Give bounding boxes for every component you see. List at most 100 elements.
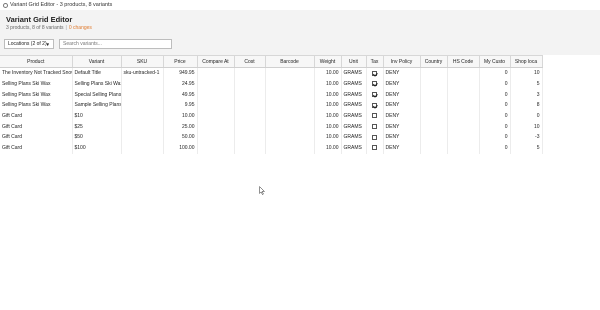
weight-cell[interactable]: 10.00: [314, 100, 342, 111]
locations-dropdown[interactable]: Locations (2 of 2) ▼: [4, 39, 54, 49]
cost-cell[interactable]: [234, 89, 266, 101]
table-row[interactable]: Gift Card $25 25.00 10.00 GRAMS DENY 0 10: [0, 121, 543, 133]
tax-cell[interactable]: [366, 142, 384, 154]
unit-cell[interactable]: GRAMS: [341, 121, 367, 133]
tax-checkbox[interactable]: [372, 123, 377, 129]
column-header-country[interactable]: Country: [420, 55, 448, 68]
weight-cell[interactable]: 10.00: [314, 132, 342, 143]
price-cell[interactable]: 24.95: [163, 78, 198, 90]
hs-code-cell[interactable]: [447, 89, 480, 101]
unit-cell[interactable]: GRAMS: [341, 89, 367, 101]
country-cell[interactable]: [420, 142, 448, 154]
tax-checkbox[interactable]: [372, 91, 377, 97]
column-header-tax[interactable]: Tax: [366, 55, 384, 68]
sku-cell[interactable]: sku-untracked-1: [121, 67, 164, 79]
table-row[interactable]: Selling Plans Ski Wax Selling Plans Ski W…: [0, 78, 543, 90]
product-cell[interactable]: Selling Plans Ski Wax: [0, 78, 73, 90]
column-header-shop-location[interactable]: Shop loca: [510, 55, 543, 68]
product-cell[interactable]: Selling Plans Ski Wax: [0, 89, 73, 101]
product-cell[interactable]: Gift Card: [0, 121, 73, 133]
barcode-cell[interactable]: [265, 110, 315, 122]
cost-cell[interactable]: [234, 67, 266, 79]
column-header-inv-policy[interactable]: Inv Policy: [383, 55, 421, 68]
tax-checkbox[interactable]: [372, 145, 377, 151]
price-cell[interactable]: 100.00: [163, 142, 198, 154]
unit-cell[interactable]: GRAMS: [341, 110, 367, 122]
sku-cell[interactable]: [121, 132, 164, 143]
hs-code-cell[interactable]: [447, 78, 480, 90]
cost-cell[interactable]: [234, 132, 266, 143]
inv-policy-cell[interactable]: DENY: [383, 89, 421, 101]
variant-cell[interactable]: $25: [72, 121, 122, 133]
cost-cell[interactable]: [234, 121, 266, 133]
tax-checkbox[interactable]: [372, 113, 377, 119]
price-cell[interactable]: 50.00: [163, 132, 198, 143]
shop-location-cell[interactable]: 8: [510, 100, 543, 111]
tax-cell[interactable]: [366, 67, 384, 79]
tax-cell[interactable]: [366, 121, 384, 133]
hs-code-cell[interactable]: [447, 142, 480, 154]
weight-cell[interactable]: 10.00: [314, 89, 342, 101]
shop-location-cell[interactable]: 5: [510, 142, 543, 154]
column-header-compare-at[interactable]: Compare At: [197, 55, 235, 68]
shop-location-cell[interactable]: 10: [510, 121, 543, 133]
shop-location-cell[interactable]: -3: [510, 132, 543, 143]
my-custom-cell[interactable]: 0: [479, 100, 511, 111]
column-header-barcode[interactable]: Barcode: [265, 55, 315, 68]
inv-policy-cell[interactable]: DENY: [383, 142, 421, 154]
shop-location-cell[interactable]: 5: [510, 78, 543, 90]
inv-policy-cell[interactable]: DENY: [383, 78, 421, 90]
weight-cell[interactable]: 10.00: [314, 110, 342, 122]
table-row[interactable]: Selling Plans Ski Wax Sample Selling Plan…: [0, 100, 543, 111]
barcode-cell[interactable]: [265, 78, 315, 90]
price-cell[interactable]: 25.00: [163, 121, 198, 133]
column-header-variant[interactable]: Variant: [72, 55, 122, 68]
weight-cell[interactable]: 10.00: [314, 67, 342, 79]
variant-cell[interactable]: Default Title: [72, 67, 122, 79]
my-custom-cell[interactable]: 0: [479, 142, 511, 154]
shop-location-cell[interactable]: 10: [510, 67, 543, 79]
sku-cell[interactable]: [121, 100, 164, 111]
price-cell[interactable]: 9.95: [163, 100, 198, 111]
column-header-hs-code[interactable]: HS Code: [447, 55, 480, 68]
table-row[interactable]: Gift Card $100 100.00 10.00 GRAMS DENY 0 5: [0, 142, 543, 154]
barcode-cell[interactable]: [265, 89, 315, 101]
tax-checkbox[interactable]: [372, 70, 377, 76]
inv-policy-cell[interactable]: DENY: [383, 121, 421, 133]
weight-cell[interactable]: 10.00: [314, 142, 342, 154]
country-cell[interactable]: [420, 100, 448, 111]
price-cell[interactable]: 49.95: [163, 89, 198, 101]
my-custom-cell[interactable]: 0: [479, 121, 511, 133]
shop-location-cell[interactable]: 0: [510, 110, 543, 122]
table-row[interactable]: Gift Card $50 50.00 10.00 GRAMS DENY 0 -3: [0, 132, 543, 143]
tax-cell[interactable]: [366, 78, 384, 90]
price-cell[interactable]: 10.00: [163, 110, 198, 122]
product-cell[interactable]: Gift Card: [0, 132, 73, 143]
compare-at-cell[interactable]: [197, 121, 235, 133]
country-cell[interactable]: [420, 89, 448, 101]
tax-cell[interactable]: [366, 132, 384, 143]
inv-policy-cell[interactable]: DENY: [383, 67, 421, 79]
tax-cell[interactable]: [366, 110, 384, 122]
country-cell[interactable]: [420, 67, 448, 79]
weight-cell[interactable]: 10.00: [314, 121, 342, 133]
compare-at-cell[interactable]: [197, 89, 235, 101]
column-header-weight[interactable]: Weight: [314, 55, 342, 68]
product-cell[interactable]: The Inventory Not Tracked Snow: [0, 67, 73, 79]
my-custom-cell[interactable]: 0: [479, 67, 511, 79]
compare-at-cell[interactable]: [197, 132, 235, 143]
variant-cell[interactable]: Special Selling Plans: [72, 89, 122, 101]
barcode-cell[interactable]: [265, 142, 315, 154]
compare-at-cell[interactable]: [197, 142, 235, 154]
hs-code-cell[interactable]: [447, 110, 480, 122]
my-custom-cell[interactable]: 0: [479, 89, 511, 101]
sku-cell[interactable]: [121, 110, 164, 122]
shop-location-cell[interactable]: 3: [510, 89, 543, 101]
hs-code-cell[interactable]: [447, 100, 480, 111]
column-header-unit[interactable]: Unit: [341, 55, 367, 68]
sku-cell[interactable]: [121, 121, 164, 133]
column-header-my-custom[interactable]: My Custo: [479, 55, 511, 68]
inv-policy-cell[interactable]: DENY: [383, 100, 421, 111]
unit-cell[interactable]: GRAMS: [341, 100, 367, 111]
column-header-product[interactable]: Product: [0, 55, 73, 68]
